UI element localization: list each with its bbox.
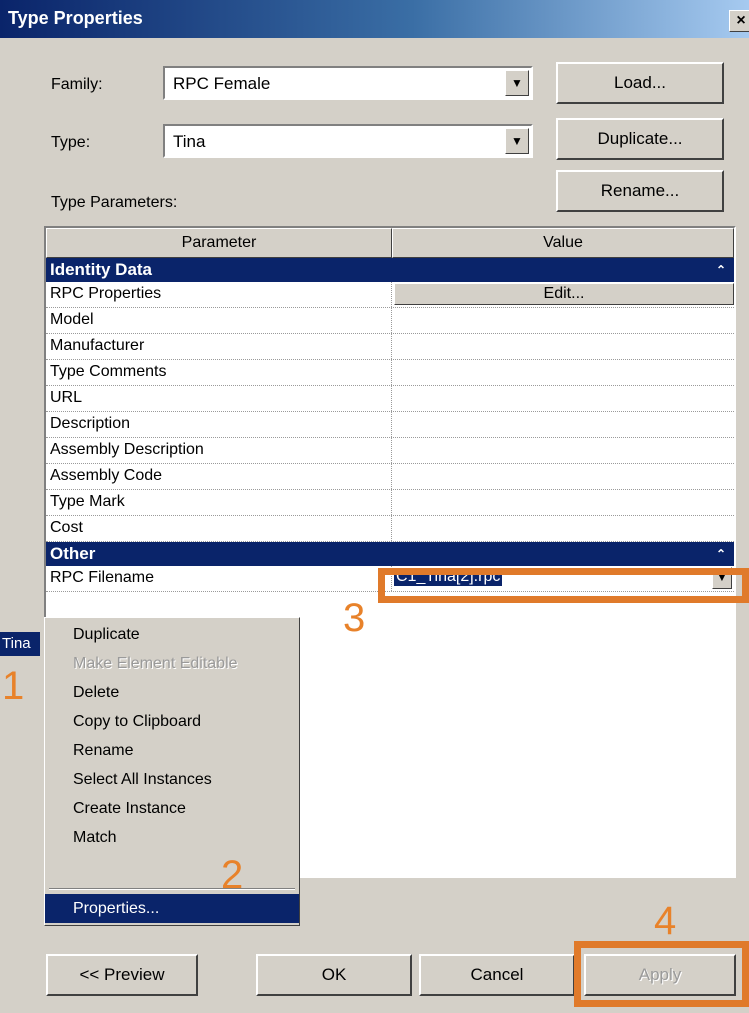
parameter-name: Type Comments: [50, 363, 167, 380]
table-row[interactable]: Assembly Code: [46, 464, 734, 490]
table-row[interactable]: Manufacturer: [46, 334, 734, 360]
family-label: Family:: [51, 76, 103, 93]
context-menu: Duplicate Make Element Editable Delete C…: [44, 617, 300, 926]
parameter-name: RPC Filename: [50, 569, 155, 586]
annotation-number-4: 4: [654, 899, 677, 943]
column-header-parameter[interactable]: Parameter: [46, 228, 392, 258]
annotation-number-3: 3: [343, 596, 366, 640]
tree-selected-item[interactable]: Tina: [0, 632, 40, 656]
parameter-name: Assembly Code: [50, 467, 163, 484]
menu-item-delete[interactable]: Delete: [45, 678, 299, 707]
parameter-name: URL: [50, 389, 83, 406]
menu-item-create-instance[interactable]: Create Instance: [45, 794, 299, 823]
table-row[interactable]: Type Mark: [46, 490, 734, 516]
parameter-name: Type Mark: [50, 493, 125, 510]
title-bar: Type Properties: [0, 0, 749, 38]
menu-item-match[interactable]: Match: [45, 823, 299, 852]
parameter-name: RPC Properties: [50, 285, 162, 302]
type-label: Type:: [51, 134, 91, 151]
window-title: Type Properties: [8, 8, 143, 28]
parameter-name: Description: [50, 415, 131, 432]
parameter-name: Assembly Description: [50, 441, 204, 458]
menu-item-properties[interactable]: Properties...: [45, 894, 299, 923]
menu-separator: [49, 888, 295, 890]
close-button[interactable]: ×: [729, 10, 749, 32]
table-row[interactable]: Cost: [46, 516, 734, 542]
collapse-icon[interactable]: ⌃: [716, 258, 726, 282]
chevron-down-icon[interactable]: ▼: [505, 70, 529, 96]
category-identity-data[interactable]: Identity Data ⌃: [46, 258, 734, 282]
column-header-value[interactable]: Value: [392, 228, 734, 258]
menu-item-duplicate[interactable]: Duplicate: [45, 620, 299, 649]
rename-button[interactable]: Rename...: [556, 170, 724, 212]
collapse-icon[interactable]: ⌃: [716, 542, 726, 566]
table-row[interactable]: Assembly Description: [46, 438, 734, 464]
annotation-number-1: 1: [2, 664, 25, 708]
type-combobox[interactable]: Tina ▼: [163, 124, 533, 158]
ok-button[interactable]: OK: [256, 954, 412, 996]
table-row[interactable]: RPC Properties Edit...: [46, 282, 734, 308]
parameter-name: Cost: [50, 519, 83, 536]
menu-item-rename[interactable]: Rename: [45, 736, 299, 765]
parameter-name: Model: [50, 311, 94, 328]
type-value: Tina: [173, 132, 206, 151]
type-parameters-label: Type Parameters:: [51, 194, 178, 211]
preview-button[interactable]: << Preview: [46, 954, 198, 996]
cancel-button[interactable]: Cancel: [419, 954, 575, 996]
family-combobox[interactable]: RPC Female ▼: [163, 66, 533, 100]
family-value: RPC Female: [173, 74, 271, 93]
table-row[interactable]: Type Comments: [46, 360, 734, 386]
annotation-number-2: 2: [221, 853, 244, 897]
category-label: Identity Data: [50, 260, 153, 279]
table-row[interactable]: URL: [46, 386, 734, 412]
table-row[interactable]: Model: [46, 308, 734, 334]
table-row[interactable]: Description: [46, 412, 734, 438]
edit-rpc-properties-button[interactable]: Edit...: [394, 283, 734, 305]
category-other[interactable]: Other ⌃: [46, 542, 734, 566]
chevron-down-icon[interactable]: ▼: [505, 128, 529, 154]
menu-item-copy-to-clipboard[interactable]: Copy to Clipboard: [45, 707, 299, 736]
parameter-name: Manufacturer: [50, 337, 145, 354]
annotation-box-rpc-filename: [378, 568, 749, 603]
annotation-box-apply: [574, 941, 749, 1007]
category-label: Other: [50, 544, 96, 563]
close-icon: ×: [736, 12, 746, 29]
menu-item-make-element-editable: Make Element Editable: [73, 655, 238, 672]
duplicate-button[interactable]: Duplicate...: [556, 118, 724, 160]
load-button[interactable]: Load...: [556, 62, 724, 104]
menu-item-select-all-instances[interactable]: Select All Instances: [45, 765, 299, 794]
